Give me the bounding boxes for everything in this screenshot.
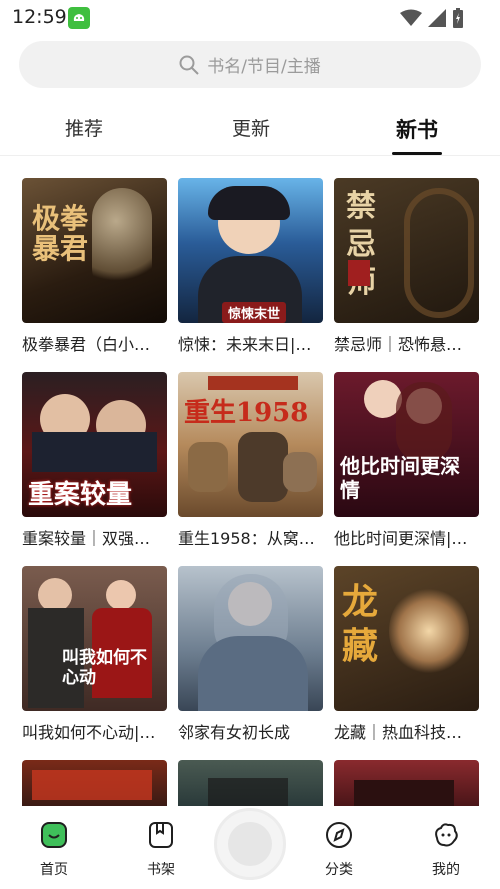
cover-title: 重生1958 [184, 398, 309, 428]
book-cover: 重生1958 [178, 372, 323, 517]
book-card[interactable]: 极拳暴君 极拳暴君（白小… [22, 178, 167, 355]
book-title: 惊悚：未来末日|… [178, 335, 312, 354]
nav-profile[interactable]: 我的 [416, 820, 476, 879]
book-cover [22, 760, 167, 806]
book-card[interactable]: 他比时间更深情 他比时间更深情|… [334, 372, 479, 549]
cover-title: 极拳暴君 [32, 202, 89, 265]
book-cover: 重案较量 [22, 372, 167, 517]
book-cover [178, 760, 323, 806]
book-card[interactable]: 邻家有女初长成 [178, 566, 323, 743]
status-time: 12:59 [12, 6, 67, 28]
player-button[interactable] [214, 808, 286, 880]
book-card[interactable] [22, 760, 167, 806]
book-title: 叫我如何不心动|… [22, 723, 156, 742]
cover-title: 龙藏 [342, 581, 379, 667]
search-placeholder: 书名/节目/主播 [207, 57, 321, 77]
player-cover [228, 822, 272, 866]
profile-icon [435, 823, 458, 847]
cover-title: 他比时间更深情 [340, 454, 460, 502]
home-icon [41, 822, 67, 848]
nav-bookshelf[interactable]: 书架 [131, 820, 191, 879]
book-title: 重生1958：从窝… [178, 529, 315, 548]
book-title: 邻家有女初长成 [178, 723, 291, 742]
cover-title: 叫我如何不心动 [62, 648, 147, 688]
signal-icon [428, 9, 446, 27]
nav-label: 书架 [147, 862, 175, 878]
battery-icon [453, 8, 463, 28]
book-card[interactable]: 重案较量 重案较量｜双强… [22, 372, 167, 549]
book-cover [334, 760, 479, 806]
book-card[interactable]: 重生1958 重生1958：从窝… [178, 372, 323, 549]
category-tabs: 推荐 更新 新书 [0, 100, 500, 156]
nav-label: 我的 [432, 862, 460, 878]
book-card[interactable]: 禁忌师 禁忌师｜恐怖悬… [334, 178, 479, 355]
book-cover: 惊悚末世 [178, 178, 323, 323]
status-bar: 12:59 [0, 0, 500, 34]
bookshelf-icon [149, 822, 173, 848]
search-bar[interactable]: 书名/节目/主播 [19, 41, 481, 88]
tab-recommend[interactable]: 推荐 [44, 114, 124, 141]
search-icon [179, 55, 199, 75]
book-cover: 极拳暴君 [22, 178, 167, 323]
cover-title: 惊悚末世 [222, 302, 287, 323]
app-notification-icon [68, 7, 90, 29]
book-cover: 叫我如何不心动 [22, 566, 167, 711]
book-cover: 龙藏 [334, 566, 479, 711]
book-cover: 他比时间更深情 [334, 372, 479, 517]
book-title: 极拳暴君（白小… [22, 335, 151, 354]
active-tab-indicator [392, 152, 442, 155]
book-card[interactable] [334, 760, 479, 806]
book-cover: 禁忌师 [334, 178, 479, 323]
nav-home[interactable]: 首页 [24, 820, 84, 879]
tab-updates[interactable]: 更新 [211, 114, 291, 141]
tab-new-books[interactable]: 新书 [377, 114, 457, 144]
wifi-icon [400, 9, 422, 26]
book-title: 龙藏｜热血科技… [334, 723, 463, 742]
status-icons [400, 8, 464, 28]
book-card[interactable]: 叫我如何不心动 叫我如何不心动|… [22, 566, 167, 743]
compass-icon [326, 822, 352, 848]
cover-title: 重案较量 [28, 480, 133, 510]
nav-label: 分类 [325, 862, 353, 878]
book-card[interactable]: 惊悚末世 惊悚：未来末日|… [178, 178, 323, 355]
book-card[interactable] [178, 760, 323, 806]
book-title: 他比时间更深情|… [334, 529, 468, 548]
nav-category[interactable]: 分类 [309, 820, 369, 879]
book-title: 禁忌师｜恐怖悬… [334, 335, 463, 354]
book-card[interactable]: 龙藏 龙藏｜热血科技… [334, 566, 479, 743]
nav-label: 首页 [40, 862, 68, 878]
book-title: 重案较量｜双强… [22, 529, 151, 548]
book-cover [178, 566, 323, 711]
